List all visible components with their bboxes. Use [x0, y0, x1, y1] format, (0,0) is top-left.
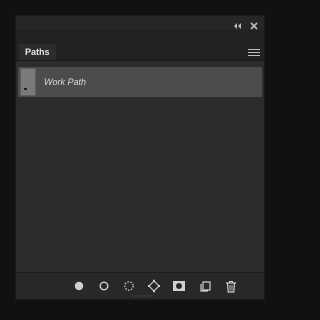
stroke-path-button[interactable] [94, 276, 114, 296]
delete-path-button[interactable] [221, 276, 241, 296]
path-name[interactable]: Work Path [44, 67, 86, 97]
make-work-path-icon [148, 279, 160, 293]
paths-panel: Paths Work Path [15, 15, 265, 300]
collapse-panel-button[interactable] [232, 18, 242, 29]
stroke-path-icon [99, 281, 109, 291]
panel-titlebar[interactable] [16, 16, 264, 30]
make-work-path-button[interactable] [144, 276, 164, 296]
fill-path-icon [74, 281, 84, 291]
load-path-as-selection-button[interactable] [119, 276, 139, 296]
new-path-button[interactable] [196, 276, 216, 296]
resize-grip[interactable] [131, 295, 153, 297]
add-mask-button[interactable] [169, 276, 189, 296]
fill-path-button[interactable] [69, 276, 89, 296]
trash-icon [226, 280, 236, 293]
close-panel-button[interactable] [249, 18, 259, 30]
tab-paths[interactable]: Paths [19, 44, 56, 60]
panel-footer [16, 272, 264, 299]
path-row-work-path[interactable]: Work Path [18, 67, 262, 97]
load-selection-icon [124, 281, 134, 291]
panel-tab-bar: Paths [16, 30, 264, 61]
panel-menu-icon[interactable] [248, 49, 260, 58]
path-thumbnail-mark [24, 88, 27, 90]
add-mask-icon [173, 281, 185, 291]
new-path-icon [200, 281, 211, 292]
path-thumbnail [20, 68, 36, 96]
